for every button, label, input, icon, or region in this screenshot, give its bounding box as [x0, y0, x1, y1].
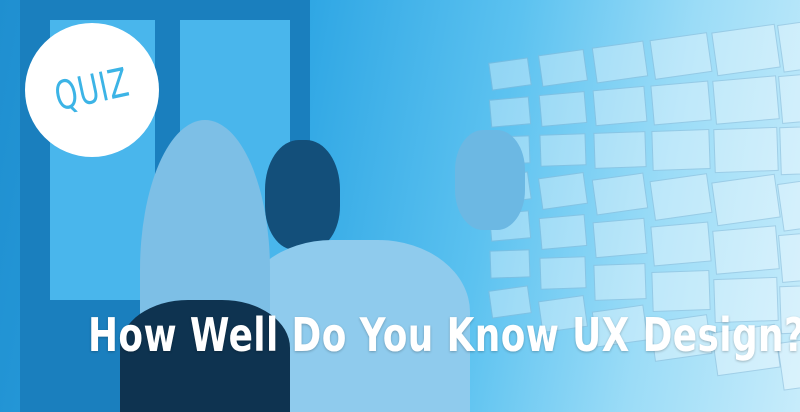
sticky-note — [779, 124, 800, 176]
sticky-note — [539, 256, 587, 290]
sticky-note — [591, 172, 649, 216]
sticky-note — [592, 85, 648, 127]
sticky-note — [651, 129, 711, 171]
sticky-note — [593, 131, 647, 169]
sticky-note — [488, 96, 532, 128]
sticky-note — [488, 57, 532, 91]
sticky-note — [539, 133, 587, 167]
sticky-note — [591, 40, 649, 84]
raised-hands — [455, 130, 525, 230]
sticky-note — [711, 23, 781, 77]
headline: How Well Do You Know UX Design? — [88, 308, 800, 362]
sticky-note — [778, 229, 800, 283]
sticky-note — [593, 263, 647, 301]
sticky-note — [537, 48, 589, 88]
sticky-note — [649, 173, 713, 221]
sticky-note — [777, 174, 800, 232]
sticky-note — [778, 70, 800, 124]
sticky-note — [777, 15, 800, 73]
sticky-note — [651, 270, 711, 312]
sticky-note — [711, 173, 781, 227]
sticky-note — [537, 171, 589, 211]
sticky-note — [712, 75, 780, 125]
sticky-note — [713, 126, 779, 174]
sticky-note — [489, 249, 531, 279]
sticky-note — [650, 221, 712, 267]
sticky-note — [649, 32, 713, 80]
sticky-note — [712, 225, 780, 275]
sticky-note — [538, 214, 588, 250]
man-silhouette — [265, 140, 340, 250]
sticky-note — [592, 217, 648, 259]
sticky-note — [650, 80, 712, 126]
quiz-badge-label: QUIZ — [50, 59, 134, 121]
quiz-badge: QUIZ — [25, 23, 159, 157]
sticky-note — [538, 91, 588, 127]
